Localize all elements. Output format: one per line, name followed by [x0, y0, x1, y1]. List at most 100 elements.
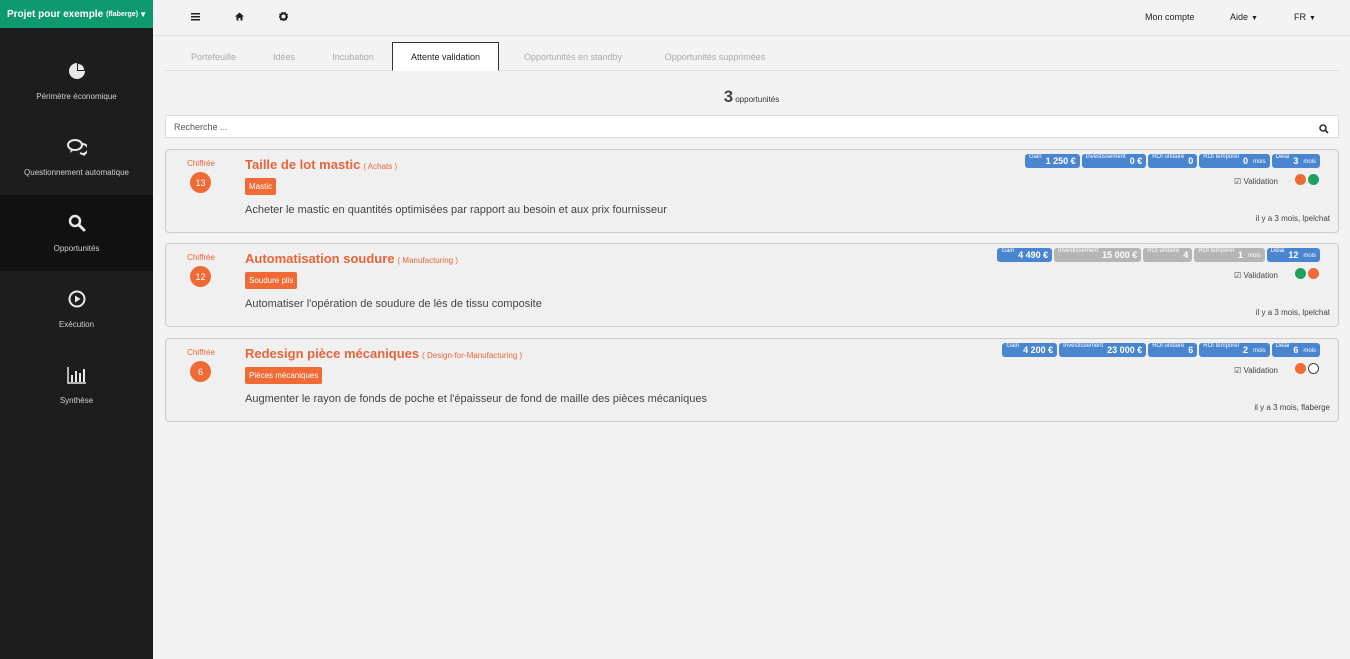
search-icon: [68, 214, 86, 232]
top-bar: Mon compte Aide ▼ FR ▼: [153, 0, 1350, 36]
opportunity-description: Acheter le mastic en quantités optimisée…: [245, 204, 667, 216]
metric-unit: mois: [1303, 159, 1316, 165]
metric-key: ROI temporel: [1198, 248, 1234, 254]
metric-unit: mois: [1247, 253, 1261, 259]
metric-badges: Gain 1 250 € Investissement 0 € ROI unitai…: [1024, 154, 1320, 168]
metric-badge-roi-unitaire: ROI unitaire 4: [1143, 248, 1193, 262]
metric-value: 15 000 €: [1102, 250, 1138, 260]
metric-value: 2: [1242, 345, 1248, 355]
search-input[interactable]: [166, 116, 1296, 137]
metric-badge-roi-unitaire: ROI unitaire 0: [1148, 154, 1198, 168]
tag-badge: Mastic: [245, 178, 277, 195]
category-label: ( Design-for-Manufacturing ): [422, 351, 523, 360]
metric-badge-delai: Délai 12 mois: [1266, 248, 1320, 262]
metric-key: ROI unitaire: [1152, 154, 1185, 160]
search-icon[interactable]: [1319, 121, 1329, 139]
sidebar-item-execution[interactable]: Exécution: [0, 271, 153, 347]
title-text: Automatisation soudure: [245, 251, 395, 266]
tab-portefeuille[interactable]: Portefeuille: [180, 42, 247, 71]
tag-badge: Pièces mécaniques: [245, 367, 323, 384]
account-link[interactable]: Mon compte: [1145, 12, 1195, 22]
language-menu[interactable]: FR ▼: [1294, 12, 1316, 22]
status-dots: [1295, 363, 1319, 374]
tab-bar: Portefeuille Idées Incubation Attente va…: [165, 42, 1339, 71]
metric-key: Gain: [1006, 343, 1020, 349]
score-badge: 6: [190, 361, 211, 382]
status-dot-green: [1295, 268, 1306, 279]
opportunity-description: Augmenter le rayon de fonds de poche et …: [245, 393, 707, 405]
caret-down-icon: ▼: [1251, 15, 1258, 22]
category-label: ( Achats ): [363, 162, 398, 171]
opportunity-meta: il y a 3 mois, flaberge: [1254, 403, 1330, 412]
metric-badge-gain: Gain 4 200 €: [1002, 343, 1058, 357]
status-dots: [1295, 268, 1319, 279]
metric-badge-roi-temporel: ROI temporel 1 mois: [1194, 248, 1265, 262]
language-label: FR: [1294, 12, 1306, 22]
metric-key: Investissement: [1085, 154, 1126, 160]
tab-incubation[interactable]: Incubation: [321, 42, 385, 71]
metric-unit: mois: [1303, 348, 1316, 354]
opportunity-card[interactable]: Chiffrée 12 Automatisation soudure( Manu…: [165, 243, 1339, 327]
metric-key: Délai: [1270, 248, 1285, 254]
sidebar-item-synthese[interactable]: Synthèse: [0, 347, 153, 423]
metric-value: 0 €: [1129, 156, 1143, 166]
gear-icon[interactable]: [278, 11, 289, 23]
metric-badge-roi-temporel: ROI temporel 2 mois: [1199, 343, 1270, 357]
project-selector[interactable]: Projet pour exemple (flaberge) ▼: [0, 0, 153, 28]
opportunity-meta: il y a 3 mois, lpelchat: [1255, 308, 1330, 317]
metric-badge-delai: Délai 6 mois: [1271, 343, 1320, 357]
metric-value: 4: [1183, 250, 1189, 260]
caret-down-icon: ▼: [139, 9, 147, 19]
opportunity-title[interactable]: Automatisation soudure( Manufacturing ): [245, 251, 458, 266]
metric-badge-gain: Gain 1 250 €: [1024, 154, 1080, 168]
sidebar-item-opportunites[interactable]: Opportunités: [0, 195, 153, 271]
title-text: Taille de lot mastic: [245, 157, 361, 172]
bar-chart-icon: [66, 366, 87, 384]
home-icon[interactable]: [235, 12, 244, 23]
checkbox-icon: ☑: [1234, 271, 1242, 280]
score-badge: 12: [190, 266, 211, 287]
tab-supprimees[interactable]: Opportunités supprimées: [651, 42, 779, 71]
metric-badges: Gain 4 200 € Investissement 23 000 € ROI u…: [1002, 343, 1320, 357]
opportunity-card[interactable]: Chiffrée 13 Taille de lot mastic( Achats…: [165, 149, 1339, 233]
title-text: Redesign pièce mécaniques: [245, 346, 420, 361]
sidebar-item-label: Questionnement automatique: [24, 167, 129, 177]
validation-status: ☑ Validation: [1234, 366, 1278, 375]
count-label: opportunités: [735, 95, 780, 104]
metric-key: Délai: [1275, 343, 1290, 349]
opportunity-description: Automatiser l'opération de soudure de lé…: [245, 298, 542, 310]
opportunity-title[interactable]: Taille de lot mastic( Achats ): [245, 157, 397, 172]
metric-value: 3: [1293, 156, 1299, 166]
opportunity-title[interactable]: Redesign pièce mécaniques( Design-for-Ma…: [245, 346, 522, 361]
metric-value: 1 250 €: [1045, 156, 1076, 166]
sidebar-item-questionnement[interactable]: Questionnement automatique: [0, 119, 153, 195]
metric-value: 0: [1188, 156, 1194, 166]
sidebar-item-perimetre[interactable]: Périmètre économique: [0, 43, 153, 119]
tab-standby[interactable]: Opportunités en standby: [509, 42, 637, 71]
metric-key: Investissement: [1063, 343, 1104, 349]
help-menu[interactable]: Aide ▼: [1230, 12, 1258, 22]
help-label: Aide: [1230, 12, 1249, 22]
tab-attente-validation[interactable]: Attente validation: [392, 42, 499, 71]
metric-badges: Gain 4 490 € Investissement 15 000 € ROI u…: [997, 248, 1320, 262]
opportunity-card[interactable]: Chiffrée 6 Redesign pièce mécaniques( De…: [165, 338, 1339, 422]
metric-badge-investissement: Investissement 23 000 €: [1059, 343, 1147, 357]
status-label: Chiffrée: [187, 159, 215, 168]
tab-idees[interactable]: Idées: [263, 42, 305, 71]
metric-badge-investissement: Investissement 0 €: [1081, 154, 1147, 168]
validation-status: ☑ Validation: [1234, 177, 1278, 186]
metric-value: 6: [1293, 345, 1299, 355]
search-bar: [165, 115, 1339, 138]
metric-key: ROI temporel: [1203, 343, 1239, 349]
opportunity-meta: il y a 3 mois, lpelchat: [1255, 214, 1330, 223]
validation-status: ☑ Validation: [1234, 271, 1278, 280]
status-dot-orange: [1295, 363, 1306, 374]
metric-key: ROI unitaire: [1147, 248, 1180, 254]
metric-badge-gain: Gain 4 490 €: [997, 248, 1053, 262]
metric-value: 6: [1188, 345, 1194, 355]
play-circle-icon: [68, 290, 86, 308]
menu-icon[interactable]: [191, 12, 200, 23]
metric-unit: mois: [1303, 253, 1316, 259]
validation-label: Validation: [1243, 177, 1278, 186]
metric-value: 4 490 €: [1018, 250, 1049, 260]
